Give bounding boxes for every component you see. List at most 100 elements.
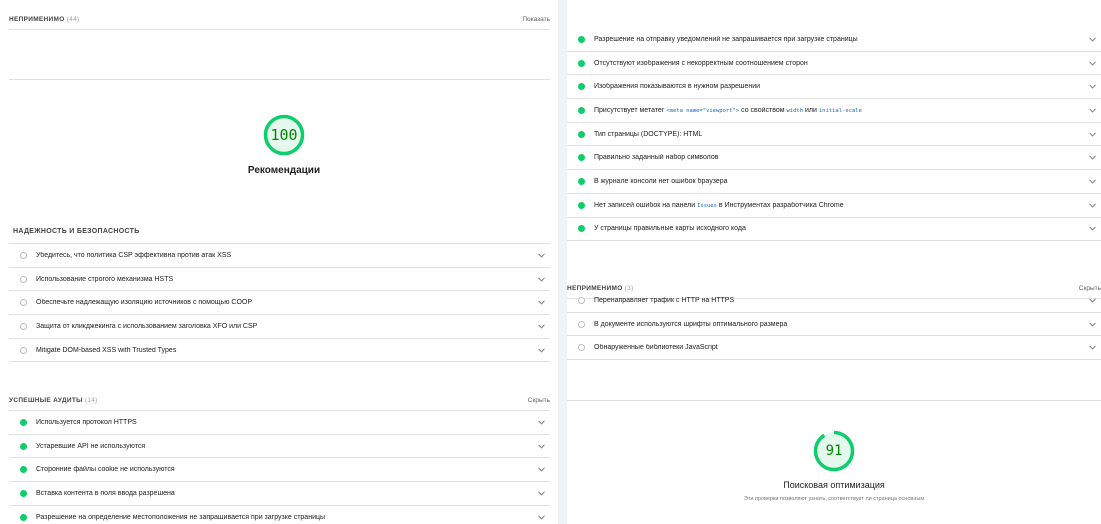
- right-column: Разрешение на отправку уведомлений не за…: [567, 0, 1101, 524]
- pass-dot-icon: [578, 83, 585, 91]
- audit-viewport[interactable]: Присутствует метатег <meta name="viewpor…: [567, 99, 1101, 123]
- security-audit-list: Убедитесь, что политика CSP эффективна п…: [9, 243, 550, 363]
- passed-audit-list-continued: Разрешение на отправку уведомлений не за…: [567, 28, 1101, 242]
- code-snippet: <meta name="viewport">: [666, 107, 740, 114]
- audit-image-aspect-ratio[interactable]: Отсутствуют изображения с некорректным с…: [567, 52, 1101, 76]
- audit-https[interactable]: Используется протокол HTTPS: [9, 411, 550, 435]
- not-applicable-audit-list: Перенаправляет трафик с HTTP на HTTPS В …: [567, 289, 1101, 361]
- audit-label: Сторонние файлы cookie не используются: [36, 466, 175, 474]
- chevron-down-icon[interactable]: [1088, 201, 1096, 209]
- passed-audit-list: Используется протокол HTTPS Устаревшие A…: [9, 411, 550, 524]
- chevron-down-icon[interactable]: [537, 299, 545, 307]
- audit-label: Правильно заданный набор символов: [594, 154, 719, 162]
- code-snippet: initial-scale: [818, 107, 862, 114]
- chevron-down-icon[interactable]: [1088, 154, 1096, 162]
- column-gutter: [558, 0, 567, 524]
- audit-trusted-types[interactable]: Mitigate DOM-based XSS with Trusted Type…: [9, 339, 550, 363]
- chevron-down-icon[interactable]: [1088, 83, 1096, 91]
- pass-dot-icon: [578, 106, 585, 114]
- chevron-down-icon[interactable]: [1088, 296, 1096, 304]
- na-circle-icon: [20, 251, 27, 259]
- na-circle-icon: [20, 346, 27, 354]
- audit-label: Изображения показываются в нужном разреш…: [594, 83, 761, 91]
- pass-dot-icon: [578, 225, 585, 233]
- not-applicable-title: НЕПРИМЕНИМО (44): [9, 16, 80, 23]
- chevron-down-icon[interactable]: [537, 442, 545, 450]
- audit-label: В документе используются шрифты оптималь…: [594, 320, 788, 328]
- audit-image-size-responsive[interactable]: Изображения показываются в нужном разреш…: [567, 75, 1101, 100]
- chevron-down-icon[interactable]: [537, 322, 545, 330]
- audit-label: Защита от кликджекинга с использованием …: [36, 322, 258, 330]
- pass-dot-icon: [578, 154, 585, 162]
- audit-hsts[interactable]: Использование строгого механизма HSTS: [9, 268, 550, 292]
- passed-audits-title: УСПЕШНЫЕ АУДИТЫ (14): [9, 397, 98, 404]
- audit-label: Разрешение на определение местоположения…: [36, 513, 326, 521]
- audit-coop[interactable]: Обеспечьте надлежащую изоляцию источнико…: [9, 291, 550, 316]
- audit-label: Mitigate DOM-based XSS with Trusted Type…: [36, 346, 177, 354]
- na-circle-icon: [20, 275, 27, 283]
- score-ring: 91: [813, 430, 855, 472]
- na-circle-icon: [20, 322, 27, 330]
- chevron-down-icon[interactable]: [1088, 177, 1096, 185]
- chevron-down-icon[interactable]: [537, 275, 545, 283]
- audit-xfo[interactable]: Защита от кликджекинга с использованием …: [9, 315, 550, 339]
- audit-label: Тип страницы (DOCTYPE): HTML: [594, 130, 703, 138]
- chevron-down-icon[interactable]: [1088, 106, 1096, 114]
- pass-dot-icon: [578, 35, 585, 43]
- audit-label: Используется протокол HTTPS: [36, 418, 137, 426]
- pass-dot-icon: [578, 59, 585, 67]
- audit-paste-inputs[interactable]: Вставка контента в поля ввода разрешена: [9, 482, 550, 506]
- audit-label: Присутствует метатег <meta name="viewpor…: [594, 106, 862, 114]
- audit-console-errors[interactable]: В журнале консоли нет ошибок браузера: [567, 170, 1101, 194]
- pass-dot-icon: [20, 513, 27, 521]
- chevron-down-icon[interactable]: [1088, 130, 1096, 138]
- audit-js-libraries[interactable]: Обнаруженные библиотеки JavaScript: [567, 336, 1101, 361]
- audit-label: Разрешение на отправку уведомлений не за…: [594, 35, 858, 43]
- section-divider: [567, 400, 1101, 401]
- pass-dot-icon: [20, 489, 27, 497]
- pass-dot-icon: [578, 130, 585, 138]
- not-applicable-group-header: НЕПРИМЕНИМО (44) Показать: [9, 10, 550, 30]
- chevron-down-icon[interactable]: [537, 418, 545, 426]
- na-circle-icon: [20, 299, 27, 307]
- audit-doctype[interactable]: Тип страницы (DOCTYPE): HTML: [567, 123, 1101, 147]
- audit-charset[interactable]: Правильно заданный набор символов: [567, 146, 1101, 171]
- pass-dot-icon: [20, 418, 27, 426]
- audit-geolocation[interactable]: Разрешение на определение местоположения…: [9, 506, 550, 524]
- chevron-down-icon[interactable]: [537, 251, 545, 259]
- audit-csp-xss[interactable]: Убедитесь, что политика CSP эффективна п…: [9, 244, 550, 268]
- audit-label: Убедитесь, что политика CSP эффективна п…: [36, 251, 232, 259]
- chevron-down-icon[interactable]: [1088, 320, 1096, 328]
- pass-dot-icon: [578, 201, 585, 209]
- hide-toggle[interactable]: Скрыть: [528, 397, 550, 404]
- audit-notifications[interactable]: Разрешение на отправку уведомлений не за…: [567, 28, 1101, 52]
- chevron-down-icon[interactable]: [1088, 344, 1096, 352]
- seo-gauge[interactable]: 91 Поисковая оптимизация Эти проверки по…: [704, 430, 964, 502]
- category-title: Рекомендации: [247, 165, 321, 176]
- chevron-down-icon[interactable]: [1088, 35, 1096, 43]
- show-toggle[interactable]: Показать: [522, 16, 550, 23]
- audit-source-maps[interactable]: У страницы правильные карты исходного ко…: [567, 218, 1101, 242]
- audit-font-size[interactable]: В документе используются шрифты оптималь…: [567, 313, 1101, 337]
- chevron-down-icon[interactable]: [537, 346, 545, 354]
- left-column: НЕПРИМЕНИМО (44) Показать 100 Рекомендац…: [0, 0, 558, 524]
- audit-label: Обеспечьте надлежащую изоляцию источнико…: [36, 299, 252, 307]
- audit-deprecations[interactable]: Устаревшие API не используются: [9, 435, 550, 459]
- code-snippet: width: [786, 107, 804, 114]
- chevron-down-icon[interactable]: [537, 466, 545, 474]
- category-title: Поисковая оптимизация: [783, 480, 885, 490]
- best-practices-gauge[interactable]: 100 Рекомендации: [209, 114, 359, 176]
- audit-label: Отсутствуют изображения с некорректным с…: [594, 59, 808, 67]
- chevron-down-icon[interactable]: [1088, 59, 1096, 67]
- pass-dot-icon: [578, 177, 585, 185]
- chevron-down-icon[interactable]: [1088, 225, 1096, 233]
- audit-label: Вставка контента в поля ввода разрешена: [36, 489, 175, 497]
- audit-third-party-cookies[interactable]: Сторонние файлы cookie не используются: [9, 458, 550, 483]
- category-description: Эти проверки позволяют узнать, соответст…: [743, 496, 925, 502]
- pass-dot-icon: [20, 442, 27, 450]
- score-value: 91: [825, 443, 843, 459]
- chevron-down-icon[interactable]: [537, 489, 545, 497]
- chevron-down-icon[interactable]: [537, 513, 545, 521]
- audit-redirects-http[interactable]: Перенаправляет трафик с HTTP на HTTPS: [567, 289, 1101, 313]
- audit-issues-panel[interactable]: Нет записей ошибок на панели Issues в Ин…: [567, 194, 1101, 218]
